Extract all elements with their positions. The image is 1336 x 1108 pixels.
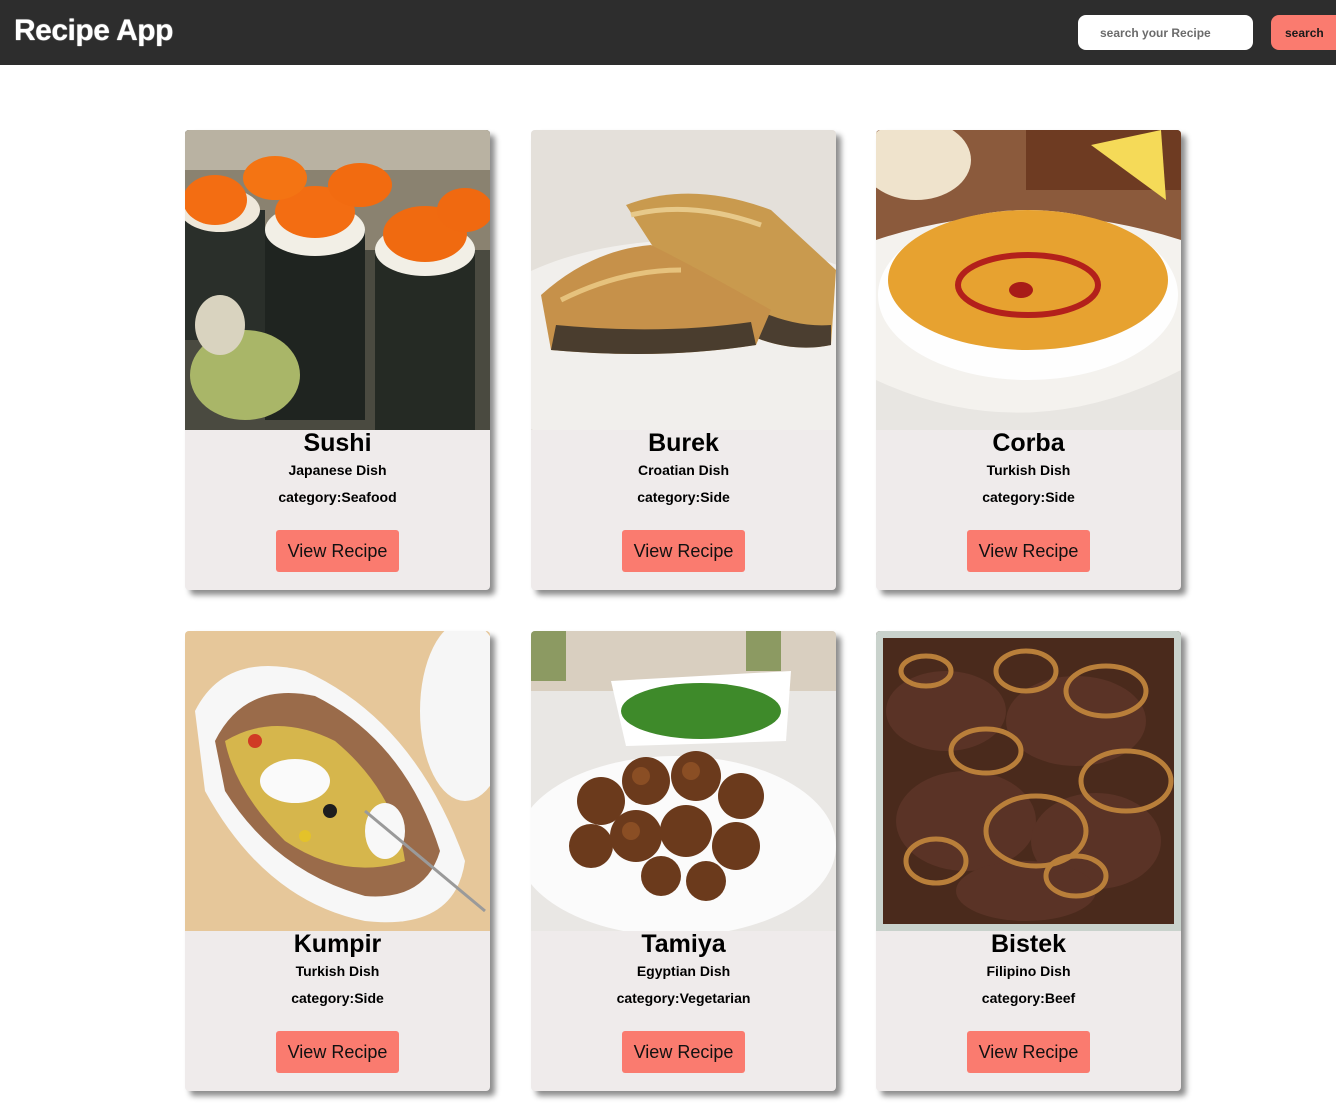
recipe-category: category:Beef [876,990,1181,1006]
recipe-origin: Egyptian Dish [636,963,731,979]
category-value: Side [1045,489,1075,505]
view-recipe-button[interactable]: View Recipe [276,1031,399,1073]
recipe-origin: Filipino Dish [986,963,1071,979]
recipe-card-tamiya: Tamiya Egyptian Dish category:Vegetarian… [531,631,836,1091]
recipe-image-bistek [876,631,1181,931]
recipe-name: Burek [648,429,719,457]
sushi-photo [185,130,490,430]
corba-photo [876,130,1181,430]
recipe-origin: Turkish Dish [295,963,380,979]
view-recipe-button[interactable]: View Recipe [967,1031,1090,1073]
recipe-grid: Sushi Japanese Dish category:Seafood Vie… [0,0,1336,1108]
category-value: Beef [1044,990,1076,1006]
recipe-image-tamiya [531,631,836,931]
category-label: category: [616,990,680,1006]
recipe-category: category:Seafood [185,489,490,505]
recipe-card-bistek: Bistek Filipino Dish category:Beef View … [876,631,1181,1091]
recipe-card-corba: Corba Turkish Dish category:Side View Re… [876,130,1181,590]
recipe-card-sushi: Sushi Japanese Dish category:Seafood Vie… [185,130,490,590]
tamiya-photo [531,631,836,931]
recipe-image-corba [876,130,1181,430]
recipe-card-burek: Burek Croatian Dish category:Side View R… [531,130,836,590]
category-label: category: [291,990,355,1006]
recipe-image-sushi [185,130,490,430]
recipe-category: category:Side [876,489,1181,505]
recipe-origin: Turkish Dish [986,462,1071,478]
category-label: category: [982,489,1046,505]
recipe-name: Kumpir [293,930,382,958]
view-recipe-button[interactable]: View Recipe [622,1031,745,1073]
recipe-name: Corba [992,429,1065,457]
recipe-name: Tamiya [641,930,726,958]
recipe-category: category:Vegetarian [531,990,836,1006]
recipe-category: category:Side [185,990,490,1006]
burek-photo [531,130,836,430]
recipe-category: category:Side [531,489,836,505]
category-label: category: [981,990,1045,1006]
recipe-image-burek [531,130,836,430]
bistek-photo [876,631,1181,931]
category-value: Side [700,489,730,505]
category-value: Vegetarian [679,990,751,1006]
category-label: category: [278,489,342,505]
recipe-name: Sushi [303,429,372,457]
kumpir-photo [185,631,490,931]
recipe-origin: Japanese Dish [288,462,387,478]
category-label: category: [637,489,701,505]
view-recipe-button[interactable]: View Recipe [622,530,745,572]
view-recipe-button[interactable]: View Recipe [276,530,399,572]
recipe-name: Bistek [990,930,1067,958]
recipe-origin: Croatian Dish [637,462,729,478]
category-value: Side [354,990,384,1006]
recipe-image-kumpir [185,631,490,931]
recipe-card-kumpir: Kumpir Turkish Dish category:Side View R… [185,631,490,1091]
category-value: Seafood [341,489,397,505]
view-recipe-button[interactable]: View Recipe [967,530,1090,572]
